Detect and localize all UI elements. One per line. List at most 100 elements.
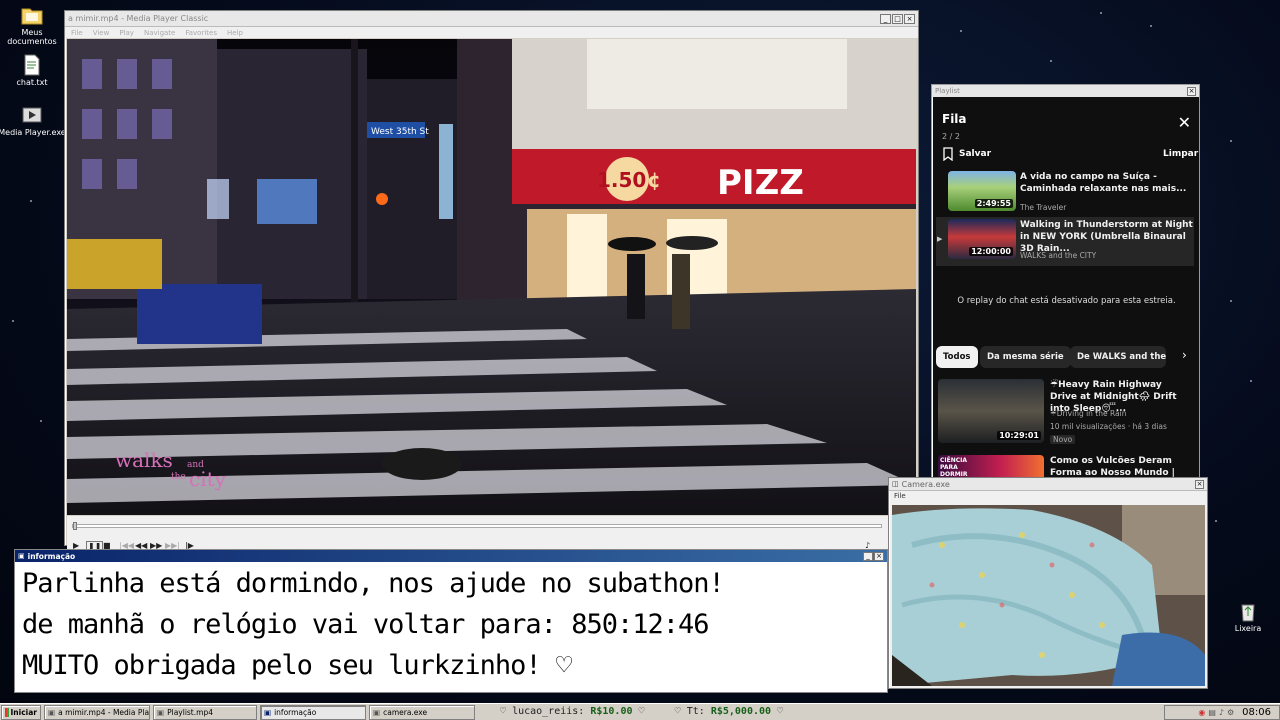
- watermark-city: city: [189, 467, 227, 491]
- camera-titlebar[interactable]: ◫ Camera.exe ×: [889, 478, 1207, 491]
- minimize-button[interactable]: _: [863, 551, 873, 561]
- channel-name: WALKS and the CITY: [1020, 251, 1097, 260]
- desktop-icon-recycle-bin[interactable]: Lixeira: [1213, 600, 1280, 633]
- video-frame[interactable]: West 35th St 1.50 ¢ PIZZ walks and the c…: [67, 39, 916, 515]
- media-player-titlebar[interactable]: a mimir.mp4 - Media Player Classic _ □ ×: [65, 11, 918, 27]
- save-button[interactable]: Salvar: [942, 147, 991, 161]
- desktop-icon-documents[interactable]: Meus documentos: [0, 4, 67, 46]
- menu-file[interactable]: File: [71, 29, 83, 37]
- menu-help[interactable]: Help: [227, 29, 243, 37]
- taskbar: Iniciar ▣ a mimir.mp4 - Media Player... …: [0, 703, 1280, 720]
- desktop-icon-label: Lixeira: [1234, 624, 1262, 633]
- start-label: Iniciar: [10, 707, 37, 717]
- media-player-window: a mimir.mp4 - Media Player Classic _ □ ×…: [64, 10, 919, 554]
- menu-favorites[interactable]: Favorites: [185, 29, 217, 37]
- system-tray: ◉ ▤ ♪ ⚙ 08:06: [1164, 705, 1280, 720]
- camera-menu-file[interactable]: File: [889, 491, 1207, 502]
- store-name: PIZZ: [717, 163, 804, 203]
- window-title: Camera.exe: [901, 479, 950, 489]
- donor-amount: R$10.00: [590, 706, 633, 717]
- playlist-titlebar[interactable]: Playlist ×: [932, 85, 1199, 97]
- desktop-icon-media-player[interactable]: Media Player.exe: [0, 104, 67, 137]
- chat-notice: O replay do chat está desativado para es…: [957, 296, 1176, 306]
- desktop-icon-label: chat.txt: [16, 78, 48, 87]
- close-button[interactable]: ×: [874, 551, 884, 561]
- taskbar-button-media-player[interactable]: ▣ a mimir.mp4 - Media Player...: [44, 704, 150, 720]
- donor-name: lucao_reiis:: [512, 706, 585, 717]
- chip-channel[interactable]: De WALKS and the CITY: [1070, 346, 1166, 368]
- channel-name: ☔Driving in the Rain: [1050, 409, 1127, 418]
- tray-app-icon[interactable]: ◉: [1198, 708, 1205, 717]
- camera-scene: [892, 505, 1205, 686]
- queue-item-current[interactable]: 12:00:00 Walking in Thunderstorm at Nigh…: [948, 219, 1193, 263]
- chip-same-series[interactable]: Da mesma série: [980, 346, 1071, 368]
- taskbar-button-label: camera.exe: [383, 707, 428, 717]
- info-titlebar[interactable]: ▣ informação _ ×: [15, 550, 887, 562]
- menu-view[interactable]: View: [93, 29, 110, 37]
- heart-icon: ♡: [777, 706, 784, 717]
- settings-icon[interactable]: ⚙: [1227, 708, 1234, 717]
- close-button[interactable]: ×: [1195, 479, 1204, 489]
- playlist-window: Playlist × Fila 2 / 2 ✕ Salvar Limpar 2:…: [931, 84, 1200, 484]
- street-sign: West 35th St: [371, 127, 429, 137]
- volume-icon[interactable]: ♪: [1219, 708, 1224, 717]
- menu-navigate[interactable]: Navigate: [144, 29, 175, 37]
- maximize-button[interactable]: □: [892, 13, 903, 24]
- windows-logo-icon: [5, 707, 9, 717]
- network-icon[interactable]: ▤: [1208, 708, 1216, 717]
- close-button[interactable]: ×: [904, 13, 915, 24]
- info-window: ▣ informação _ × Parlinha está dormindo,…: [14, 549, 888, 693]
- new-badge: Novo: [1050, 435, 1076, 444]
- taskbar-button-label: a mimir.mp4 - Media Player...: [58, 707, 150, 717]
- seek-handle[interactable]: [73, 522, 77, 530]
- heart-icon: ♡: [500, 706, 507, 717]
- bookmark-icon: [943, 147, 953, 161]
- desktop-icon-label: Meus documentos: [7, 28, 57, 46]
- recommendation-item[interactable]: 10:29:01 ☔Heavy Rain Highway Drive at Mi…: [938, 379, 1182, 444]
- queue-item[interactable]: 2:49:55 A vida no campo na Suíça - Camin…: [948, 171, 1192, 215]
- camera-app-icon: ◫: [892, 480, 899, 488]
- video-thumbnail: 2:49:55: [948, 171, 1016, 211]
- taskbar-button-camera[interactable]: ▣ camera.exe: [369, 704, 475, 720]
- recycle-bin-icon: [1241, 604, 1255, 622]
- info-app-icon: ▣: [18, 552, 25, 560]
- window-title: a mimir.mp4 - Media Player Classic: [68, 14, 209, 23]
- info-line: de manhã o relógio vai voltar para: 850:…: [22, 609, 710, 640]
- store-cents: ¢: [647, 168, 661, 192]
- menu-play[interactable]: Play: [119, 29, 134, 37]
- thumbnail-text: CIÊNCIA PARA DORMIR: [940, 457, 968, 478]
- desktop-icon-chat[interactable]: chat.txt: [0, 54, 67, 87]
- donation-ticker: ♡ lucao_reiis: R$10.00 ♡ ♡ Tt: R$5,000.0…: [500, 706, 783, 717]
- clock[interactable]: 08:06: [1242, 707, 1271, 718]
- camera-icon: ▣: [373, 707, 381, 717]
- video-stats: 10 mil visualizações · há 3 dias: [1050, 422, 1167, 431]
- media-player-icon: ▣: [48, 707, 56, 717]
- duration-badge: 2:49:55: [974, 199, 1013, 208]
- heart-icon: ♡: [638, 706, 645, 717]
- now-playing-icon: ▶: [937, 235, 943, 243]
- text-file-icon: [24, 54, 40, 76]
- chip-all[interactable]: Todos: [936, 346, 978, 368]
- watermark-walks: walks: [115, 448, 173, 472]
- taskbar-button-playlist[interactable]: ▣ Playlist.mp4: [153, 704, 257, 720]
- channel-name: The Traveler: [1020, 203, 1067, 212]
- duration-badge: 12:00:00: [969, 247, 1013, 256]
- store-price: 1.50: [597, 168, 646, 192]
- taskbar-button-info[interactable]: ▣ informação: [260, 704, 366, 720]
- start-button[interactable]: Iniciar: [1, 704, 41, 720]
- window-icon: ▣: [264, 707, 272, 717]
- chevron-right-icon[interactable]: ›: [1182, 348, 1187, 362]
- window-title: Playlist: [935, 87, 960, 95]
- close-icon[interactable]: ✕: [1178, 115, 1191, 131]
- minimize-button[interactable]: _: [880, 13, 891, 24]
- video-thumbnail: 10:29:01: [938, 379, 1044, 443]
- heart-icon: ♡: [674, 706, 681, 717]
- watermark-the: the: [171, 472, 186, 482]
- clear-button[interactable]: Limpar: [1163, 149, 1198, 159]
- duration-badge: 10:29:01: [997, 431, 1041, 440]
- video-thumbnail: 12:00:00: [948, 219, 1016, 259]
- seek-bar[interactable]: [72, 522, 882, 530]
- close-button[interactable]: ×: [1187, 86, 1196, 96]
- menu-bar: File View Play Navigate Favorites Help: [65, 27, 918, 38]
- camera-feed: [892, 505, 1205, 686]
